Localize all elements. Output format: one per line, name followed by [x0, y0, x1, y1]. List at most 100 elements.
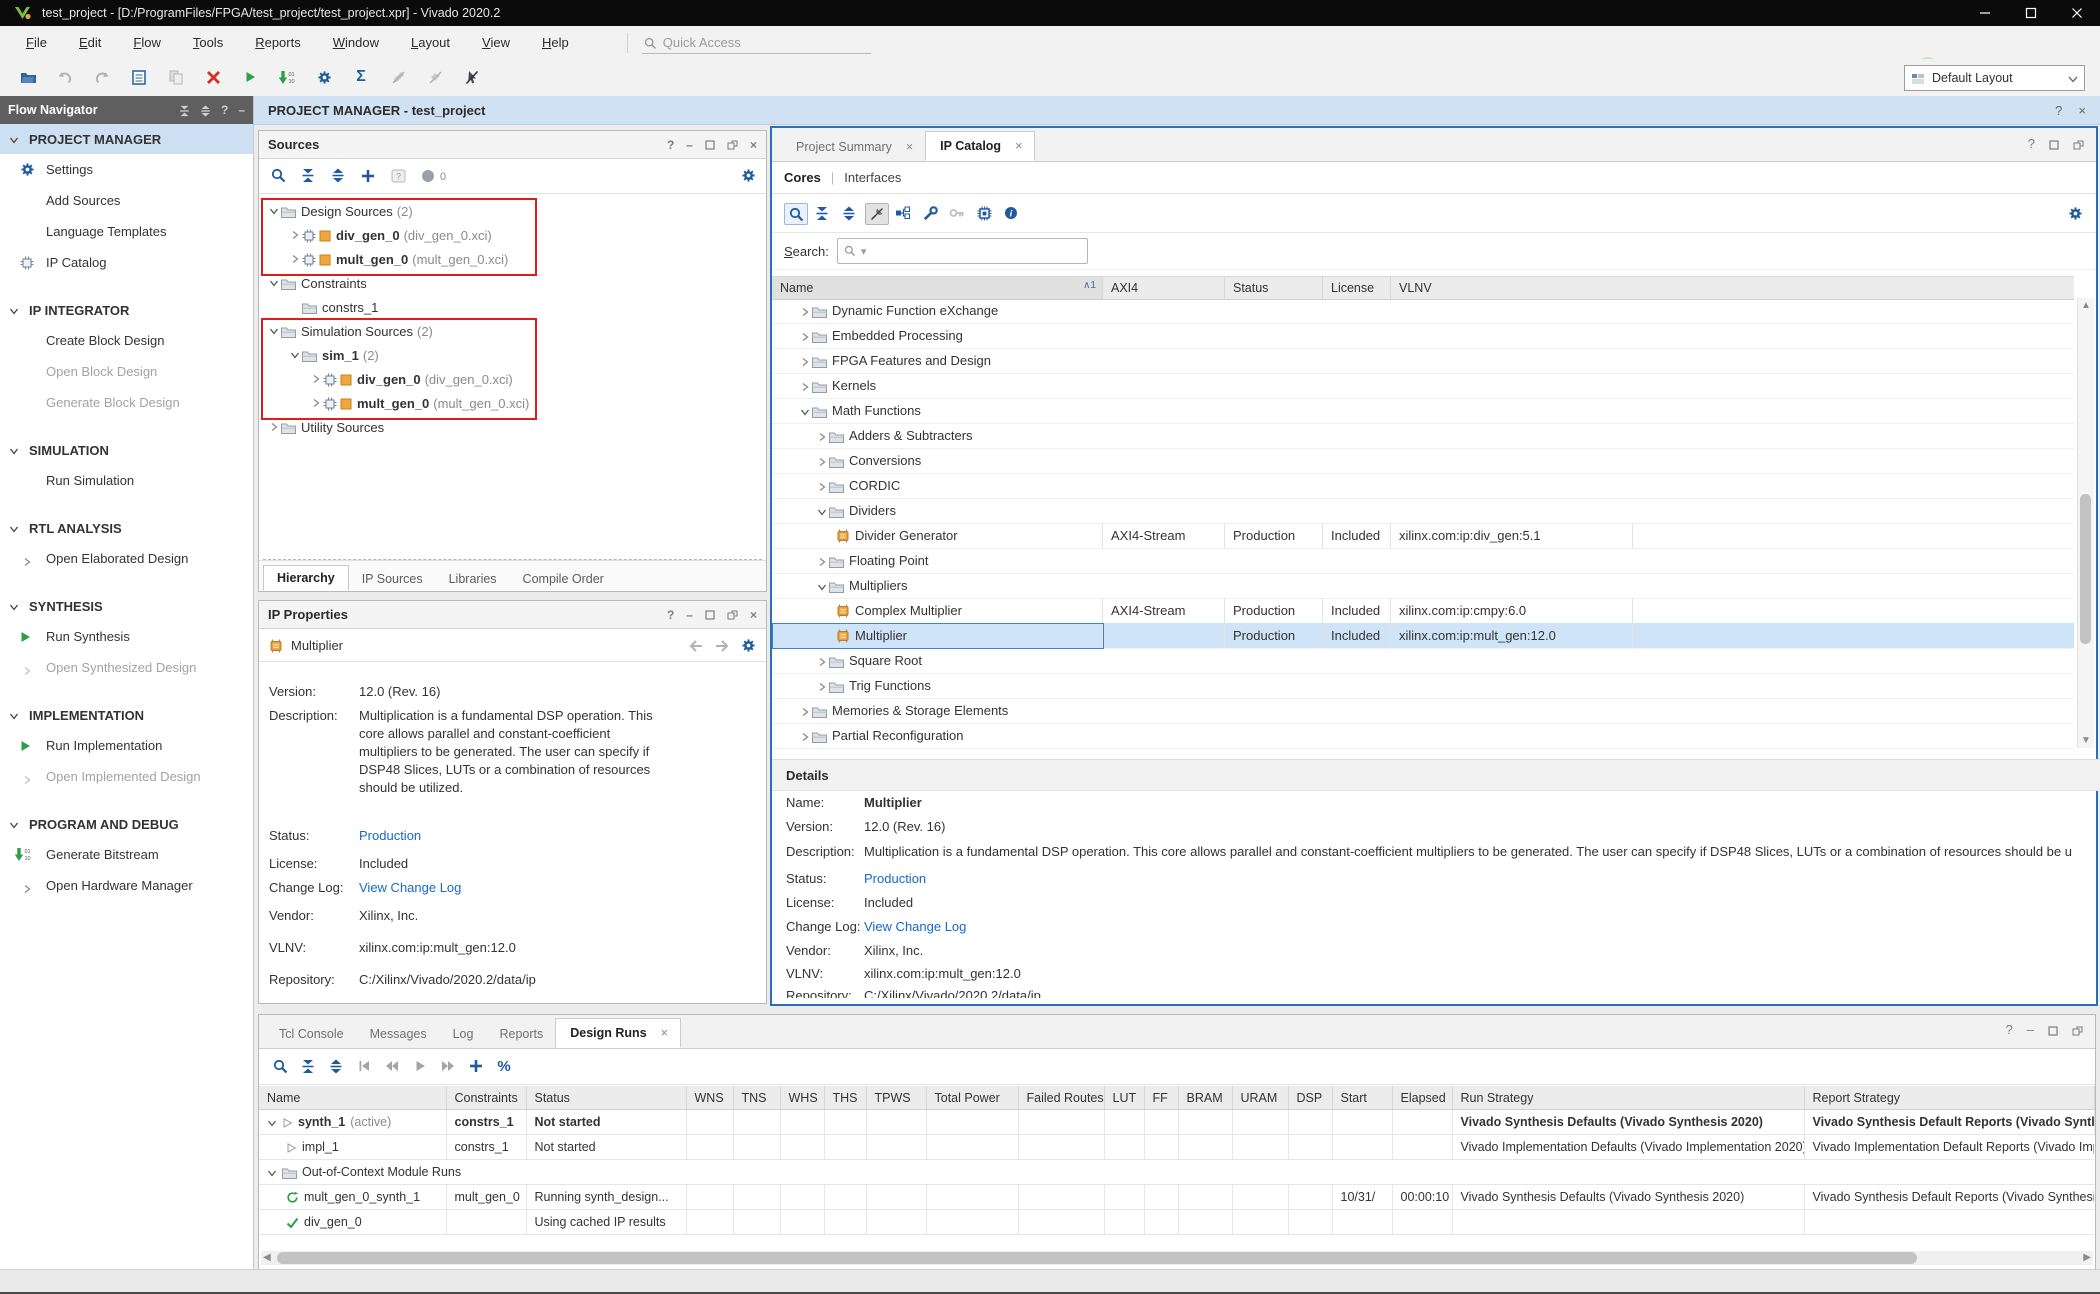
info-icon[interactable]: i — [1000, 203, 1022, 223]
report-sigma-icon[interactable]: Σ — [349, 66, 373, 88]
close-panel-icon[interactable]: × — [750, 138, 757, 152]
search-icon[interactable] — [784, 203, 808, 225]
flow-item-ip-catalog[interactable]: IP Catalog — [0, 247, 253, 278]
pin-off-icon[interactable] — [865, 203, 889, 225]
help-icon[interactable]: ? — [2055, 103, 2062, 118]
catalog-row-kernels[interactable]: Kernels — [772, 373, 2074, 399]
catalog-row-adders-subtracters[interactable]: Adders & Subtracters — [772, 423, 2074, 449]
flow-section-rtl-analysis[interactable]: RTL ANALYSIS — [0, 513, 253, 543]
tree-row-mult_gen_0[interactable]: mult_gen_0 (mult_gen_0.xci) — [259, 391, 766, 415]
tab-project-summary[interactable]: Project Summary× — [782, 133, 925, 161]
subtab-cores[interactable]: Cores — [784, 170, 821, 185]
save-icon[interactable] — [127, 66, 151, 88]
flow-item-open-synthesized-design[interactable]: Open Synthesized Design — [0, 652, 253, 683]
help-icon[interactable]: ? — [2028, 136, 2035, 151]
runs-column-tpws[interactable]: TPWS — [866, 1086, 926, 1110]
column-header-name[interactable]: Name∧1 — [772, 277, 1102, 299]
collapse-all-icon[interactable] — [811, 203, 833, 223]
sources-tab-compile-order[interactable]: Compile Order — [510, 567, 617, 591]
maximize-panel-icon[interactable] — [705, 608, 715, 622]
maximize-panel-icon[interactable] — [705, 138, 715, 152]
expand-all-icon[interactable] — [331, 167, 345, 183]
close-tab-icon[interactable]: × — [661, 1026, 668, 1040]
chevron-right-icon[interactable] — [288, 254, 302, 264]
forward-icon[interactable] — [715, 638, 729, 653]
flow-section-implementation[interactable]: IMPLEMENTATION — [0, 700, 253, 730]
catalog-row-trig-functions[interactable]: Trig Functions — [772, 673, 2074, 699]
catalog-row-multipliers[interactable]: Multipliers — [772, 573, 2074, 599]
runs-column-start[interactable]: Start — [1332, 1086, 1392, 1110]
undo-icon[interactable] — [53, 66, 77, 88]
step-first-icon[interactable] — [353, 1056, 375, 1076]
run-row-div-gen-0[interactable]: div_gen_0Using cached IP results — [259, 1210, 2094, 1235]
help-box-icon[interactable]: ? — [391, 167, 406, 183]
menu-window[interactable]: Window — [321, 31, 391, 54]
sources-tab-ip-sources[interactable]: IP Sources — [349, 567, 436, 591]
runs-column-dsp[interactable]: DSP — [1288, 1086, 1332, 1110]
help-icon[interactable]: ? — [667, 608, 674, 622]
catalog-row-divider-generator[interactable]: Divider GeneratorAXI4-StreamProductionIn… — [772, 523, 2074, 549]
ip-catalog-search-input[interactable]: ▾ — [837, 238, 1088, 264]
scroll-up-icon[interactable]: ▲ — [2081, 300, 2091, 311]
tree-row-Design Sources[interactable]: Design Sources (2) — [259, 199, 766, 223]
interface-icon[interactable] — [892, 203, 914, 223]
minimize-panel-icon[interactable]: – — [238, 103, 245, 117]
column-header-axi4[interactable]: AXI4 — [1102, 277, 1225, 299]
chevron-right-icon[interactable] — [800, 353, 810, 368]
minimize-button[interactable] — [1962, 0, 2008, 26]
menu-view[interactable]: View — [470, 31, 522, 54]
close-context-icon[interactable]: × — [2078, 103, 2086, 118]
license-key-icon[interactable] — [946, 203, 968, 223]
tab-messages[interactable]: Messages — [356, 1020, 439, 1048]
runs-column-name[interactable]: Name — [259, 1086, 446, 1110]
delete-icon[interactable] — [201, 66, 225, 88]
runs-column-constraints[interactable]: Constraints — [446, 1086, 526, 1110]
flow-item-add-sources[interactable]: Add Sources — [0, 185, 253, 216]
catalog-row-embedded-processing[interactable]: Embedded Processing — [772, 323, 2074, 349]
scroll-down-icon[interactable]: ▼ — [2081, 735, 2091, 746]
settings-gear-icon[interactable] — [312, 66, 336, 88]
expand-all-icon[interactable] — [200, 103, 211, 117]
catalog-row-cordic[interactable]: CORDIC — [772, 473, 2074, 499]
link-value[interactable]: Production — [864, 870, 2072, 888]
catalog-row-square-root[interactable]: Square Root — [772, 648, 2074, 674]
float-panel-icon[interactable] — [727, 608, 738, 622]
runs-column-total-power[interactable]: Total Power — [926, 1086, 1018, 1110]
flow-item-run-simulation[interactable]: Run Simulation — [0, 465, 253, 496]
run-row-impl-1[interactable]: impl_1constrs_1Not startedVivado Impleme… — [259, 1135, 2094, 1160]
sources-tab-hierarchy[interactable]: Hierarchy — [263, 565, 349, 591]
help-icon[interactable]: ? — [667, 138, 674, 152]
flow-item-language-templates[interactable]: Language Templates — [0, 216, 253, 247]
chevron-right-icon[interactable] — [309, 374, 323, 384]
link-value[interactable]: View Change Log — [359, 879, 659, 897]
chevron-right-icon[interactable] — [817, 478, 827, 493]
copy-icon[interactable] — [164, 66, 188, 88]
add-sources-icon[interactable] — [361, 167, 375, 183]
column-header-vlnv[interactable]: VLNV — [1390, 277, 1633, 299]
chevron-right-icon[interactable] — [800, 328, 810, 343]
runs-column-ths[interactable]: THS — [824, 1086, 866, 1110]
gear-icon[interactable] — [2064, 203, 2086, 223]
close-tab-icon[interactable]: × — [906, 140, 913, 154]
tree-row-sim_1[interactable]: sim_1 (2) — [259, 343, 766, 367]
catalog-row-floating-point[interactable]: Floating Point — [772, 548, 2074, 574]
maximize-panel-icon[interactable] — [2049, 136, 2059, 151]
chevron-right-icon[interactable] — [817, 428, 827, 443]
maximize-button[interactable] — [2008, 0, 2054, 26]
runs-column-report-strategy[interactable]: Report Strategy — [1804, 1086, 2094, 1110]
chevron-down-icon[interactable] — [267, 1165, 277, 1179]
chevron-right-icon[interactable] — [288, 230, 302, 240]
runs-column-status[interactable]: Status — [526, 1086, 686, 1110]
menu-tools[interactable]: Tools — [181, 31, 235, 54]
chevron-down-icon[interactable] — [267, 326, 281, 336]
chevron-right-icon[interactable] — [800, 703, 810, 718]
sources-tab-libraries[interactable]: Libraries — [436, 567, 510, 591]
catalog-row-conversions[interactable]: Conversions — [772, 448, 2074, 474]
add-icon[interactable] — [465, 1056, 487, 1076]
collapse-all-icon[interactable] — [179, 103, 190, 117]
scroll-left-icon[interactable]: ◀ — [263, 1252, 271, 1263]
percent-icon[interactable]: % — [493, 1056, 515, 1076]
select-off-icon[interactable] — [460, 66, 484, 88]
runs-column-run-strategy[interactable]: Run Strategy — [1452, 1086, 1804, 1110]
collapse-all-icon[interactable] — [297, 1056, 319, 1076]
